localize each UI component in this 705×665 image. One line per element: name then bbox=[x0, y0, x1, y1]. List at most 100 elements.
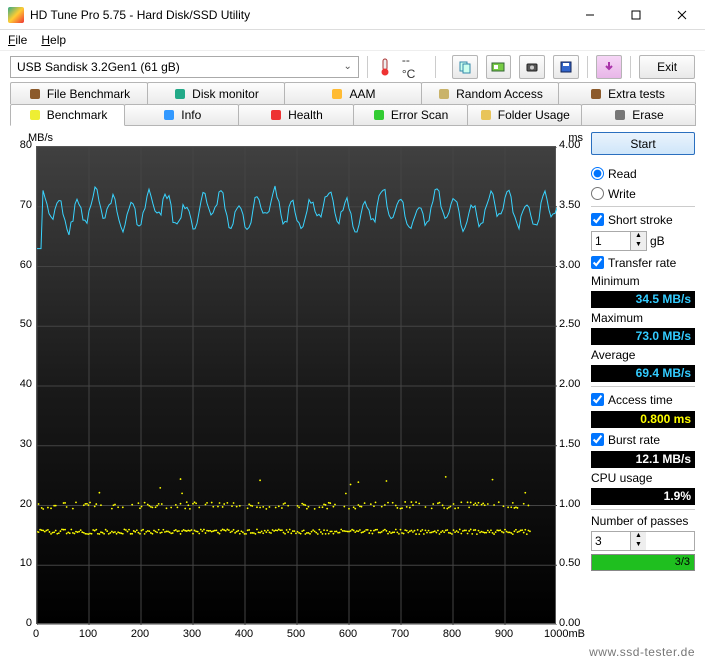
x-tick: 900 bbox=[495, 628, 513, 640]
short-stroke-check[interactable]: Short stroke bbox=[591, 211, 695, 228]
plot-area bbox=[36, 146, 556, 624]
menubar: File Help bbox=[0, 30, 705, 50]
tab-benchmark[interactable]: Benchmark bbox=[10, 104, 125, 126]
cpu-usage-label: CPU usage bbox=[591, 471, 695, 485]
aam-icon bbox=[330, 87, 344, 101]
tab-random-access[interactable]: Random Access bbox=[421, 82, 559, 104]
y-tick-left: 0 bbox=[10, 617, 32, 629]
progress-text: 3/3 bbox=[675, 555, 690, 570]
titlebar: HD Tune Pro 5.75 - Hard Disk/SSD Utility bbox=[0, 0, 705, 30]
separator bbox=[367, 56, 368, 78]
maximum-value: 73.0 MB/s bbox=[591, 328, 695, 345]
y-tick-left: 40 bbox=[10, 378, 32, 390]
maximum-label: Maximum bbox=[591, 311, 695, 325]
progress-bar: 3/3 bbox=[591, 554, 695, 571]
spin-down-icon[interactable]: ▼ bbox=[631, 241, 646, 250]
menu-file[interactable]: File bbox=[8, 33, 27, 47]
y-tick-right: 4.00 bbox=[559, 139, 585, 151]
y-tick-right: 0.50 bbox=[559, 557, 585, 569]
drive-select[interactable]: USB Sandisk 3.2Gen1 (61 gB) ⌄ bbox=[10, 56, 359, 78]
tab-aam[interactable]: AAM bbox=[284, 82, 422, 104]
toolbar: USB Sandisk 3.2Gen1 (61 gB) ⌄ -- °C Exit bbox=[0, 50, 705, 82]
extra-tests-icon bbox=[589, 87, 603, 101]
side-panel: Start Read Write Short stroke ▲▼ gB Tran… bbox=[591, 132, 695, 642]
file-benchmark-icon bbox=[28, 87, 42, 101]
burst-rate-check[interactable]: Burst rate bbox=[591, 431, 695, 448]
burst-rate-value: 12.1 MB/s bbox=[591, 451, 695, 468]
y-tick-right: 2.50 bbox=[559, 318, 585, 330]
cpu-usage-value: 1.9% bbox=[591, 488, 695, 505]
tab-info[interactable]: Info bbox=[124, 104, 239, 126]
x-tick: 300 bbox=[183, 628, 201, 640]
close-button[interactable] bbox=[659, 0, 705, 30]
access-time-value: 0.800 ms bbox=[591, 411, 695, 428]
save-log-button[interactable] bbox=[553, 55, 579, 79]
y-tick-left: 20 bbox=[10, 498, 32, 510]
y-tick-left: 80 bbox=[10, 139, 32, 151]
y-tick-left: 50 bbox=[10, 318, 32, 330]
transfer-rate-check[interactable]: Transfer rate bbox=[591, 254, 695, 271]
random-access-icon bbox=[437, 87, 451, 101]
tab-file-benchmark[interactable]: File Benchmark bbox=[10, 82, 148, 104]
spin-up-icon[interactable]: ▲ bbox=[631, 532, 646, 541]
separator bbox=[435, 56, 436, 78]
y-tick-right: 3.50 bbox=[559, 199, 585, 211]
x-tick: 200 bbox=[131, 628, 149, 640]
average-label: Average bbox=[591, 348, 695, 362]
y-tick-left: 70 bbox=[10, 199, 32, 211]
minimum-value: 34.5 MB/s bbox=[591, 291, 695, 308]
info-icon bbox=[162, 108, 176, 122]
tab-extra-tests[interactable]: Extra tests bbox=[558, 82, 696, 104]
y-tick-right: 1.00 bbox=[559, 498, 585, 510]
y-tick-left: 10 bbox=[10, 557, 32, 569]
short-stroke-unit: gB bbox=[650, 234, 665, 248]
x-tick: 500 bbox=[287, 628, 305, 640]
menu-help[interactable]: Help bbox=[41, 33, 66, 47]
read-radio[interactable]: Read bbox=[591, 165, 695, 182]
chart: MB/s ms 01020304050607080 0.000.501.001.… bbox=[10, 132, 585, 642]
app-icon bbox=[8, 7, 24, 23]
tab-disk-monitor[interactable]: Disk monitor bbox=[147, 82, 285, 104]
thermometer-icon bbox=[376, 57, 394, 77]
tab-erase[interactable]: Erase bbox=[581, 104, 696, 126]
short-stroke-input[interactable]: ▲▼ bbox=[591, 231, 647, 251]
maximize-button[interactable] bbox=[613, 0, 659, 30]
separator bbox=[630, 56, 631, 78]
options-button[interactable] bbox=[596, 55, 622, 79]
minimize-button[interactable] bbox=[567, 0, 613, 30]
spin-down-icon[interactable]: ▼ bbox=[631, 541, 646, 550]
copy-screenshot-button[interactable] bbox=[486, 55, 512, 79]
exit-button[interactable]: Exit bbox=[639, 55, 695, 79]
temperature-value: -- °C bbox=[402, 53, 427, 81]
y-tick-right: 2.00 bbox=[559, 378, 585, 390]
content: MB/s ms 01020304050607080 0.000.501.001.… bbox=[0, 126, 705, 650]
access-time-check[interactable]: Access time bbox=[591, 391, 695, 408]
passes-label: Number of passes bbox=[591, 514, 695, 528]
minimum-label: Minimum bbox=[591, 274, 695, 288]
passes-input[interactable]: ▲▼ bbox=[591, 531, 695, 551]
x-tick: 700 bbox=[391, 628, 409, 640]
tab-health[interactable]: Health bbox=[238, 104, 353, 126]
x-axis-unit: 1000mB bbox=[544, 628, 585, 640]
x-tick: 100 bbox=[79, 628, 97, 640]
tab-error-scan[interactable]: Error Scan bbox=[353, 104, 468, 126]
y-tick-left: 60 bbox=[10, 259, 32, 271]
tab-folder-usage[interactable]: Folder Usage bbox=[467, 104, 582, 126]
spin-up-icon[interactable]: ▲ bbox=[631, 232, 646, 241]
tabs: File BenchmarkDisk monitorAAMRandom Acce… bbox=[10, 82, 695, 126]
start-button[interactable]: Start bbox=[591, 132, 695, 155]
health-icon bbox=[269, 108, 283, 122]
copy-info-button[interactable] bbox=[452, 55, 478, 79]
y-tick-right: 3.00 bbox=[559, 259, 585, 271]
x-tick: 800 bbox=[443, 628, 461, 640]
benchmark-icon bbox=[28, 108, 42, 122]
write-radio[interactable]: Write bbox=[591, 185, 695, 202]
erase-icon bbox=[613, 108, 627, 122]
y-tick-right: 1.50 bbox=[559, 438, 585, 450]
window-title: HD Tune Pro 5.75 - Hard Disk/SSD Utility bbox=[30, 8, 567, 22]
watermark: www.ssd-tester.de bbox=[589, 645, 695, 659]
y-tick-left: 30 bbox=[10, 438, 32, 450]
error-scan-icon bbox=[372, 108, 386, 122]
drive-select-value: USB Sandisk 3.2Gen1 (61 gB) bbox=[17, 60, 180, 74]
save-screenshot-button[interactable] bbox=[519, 55, 545, 79]
